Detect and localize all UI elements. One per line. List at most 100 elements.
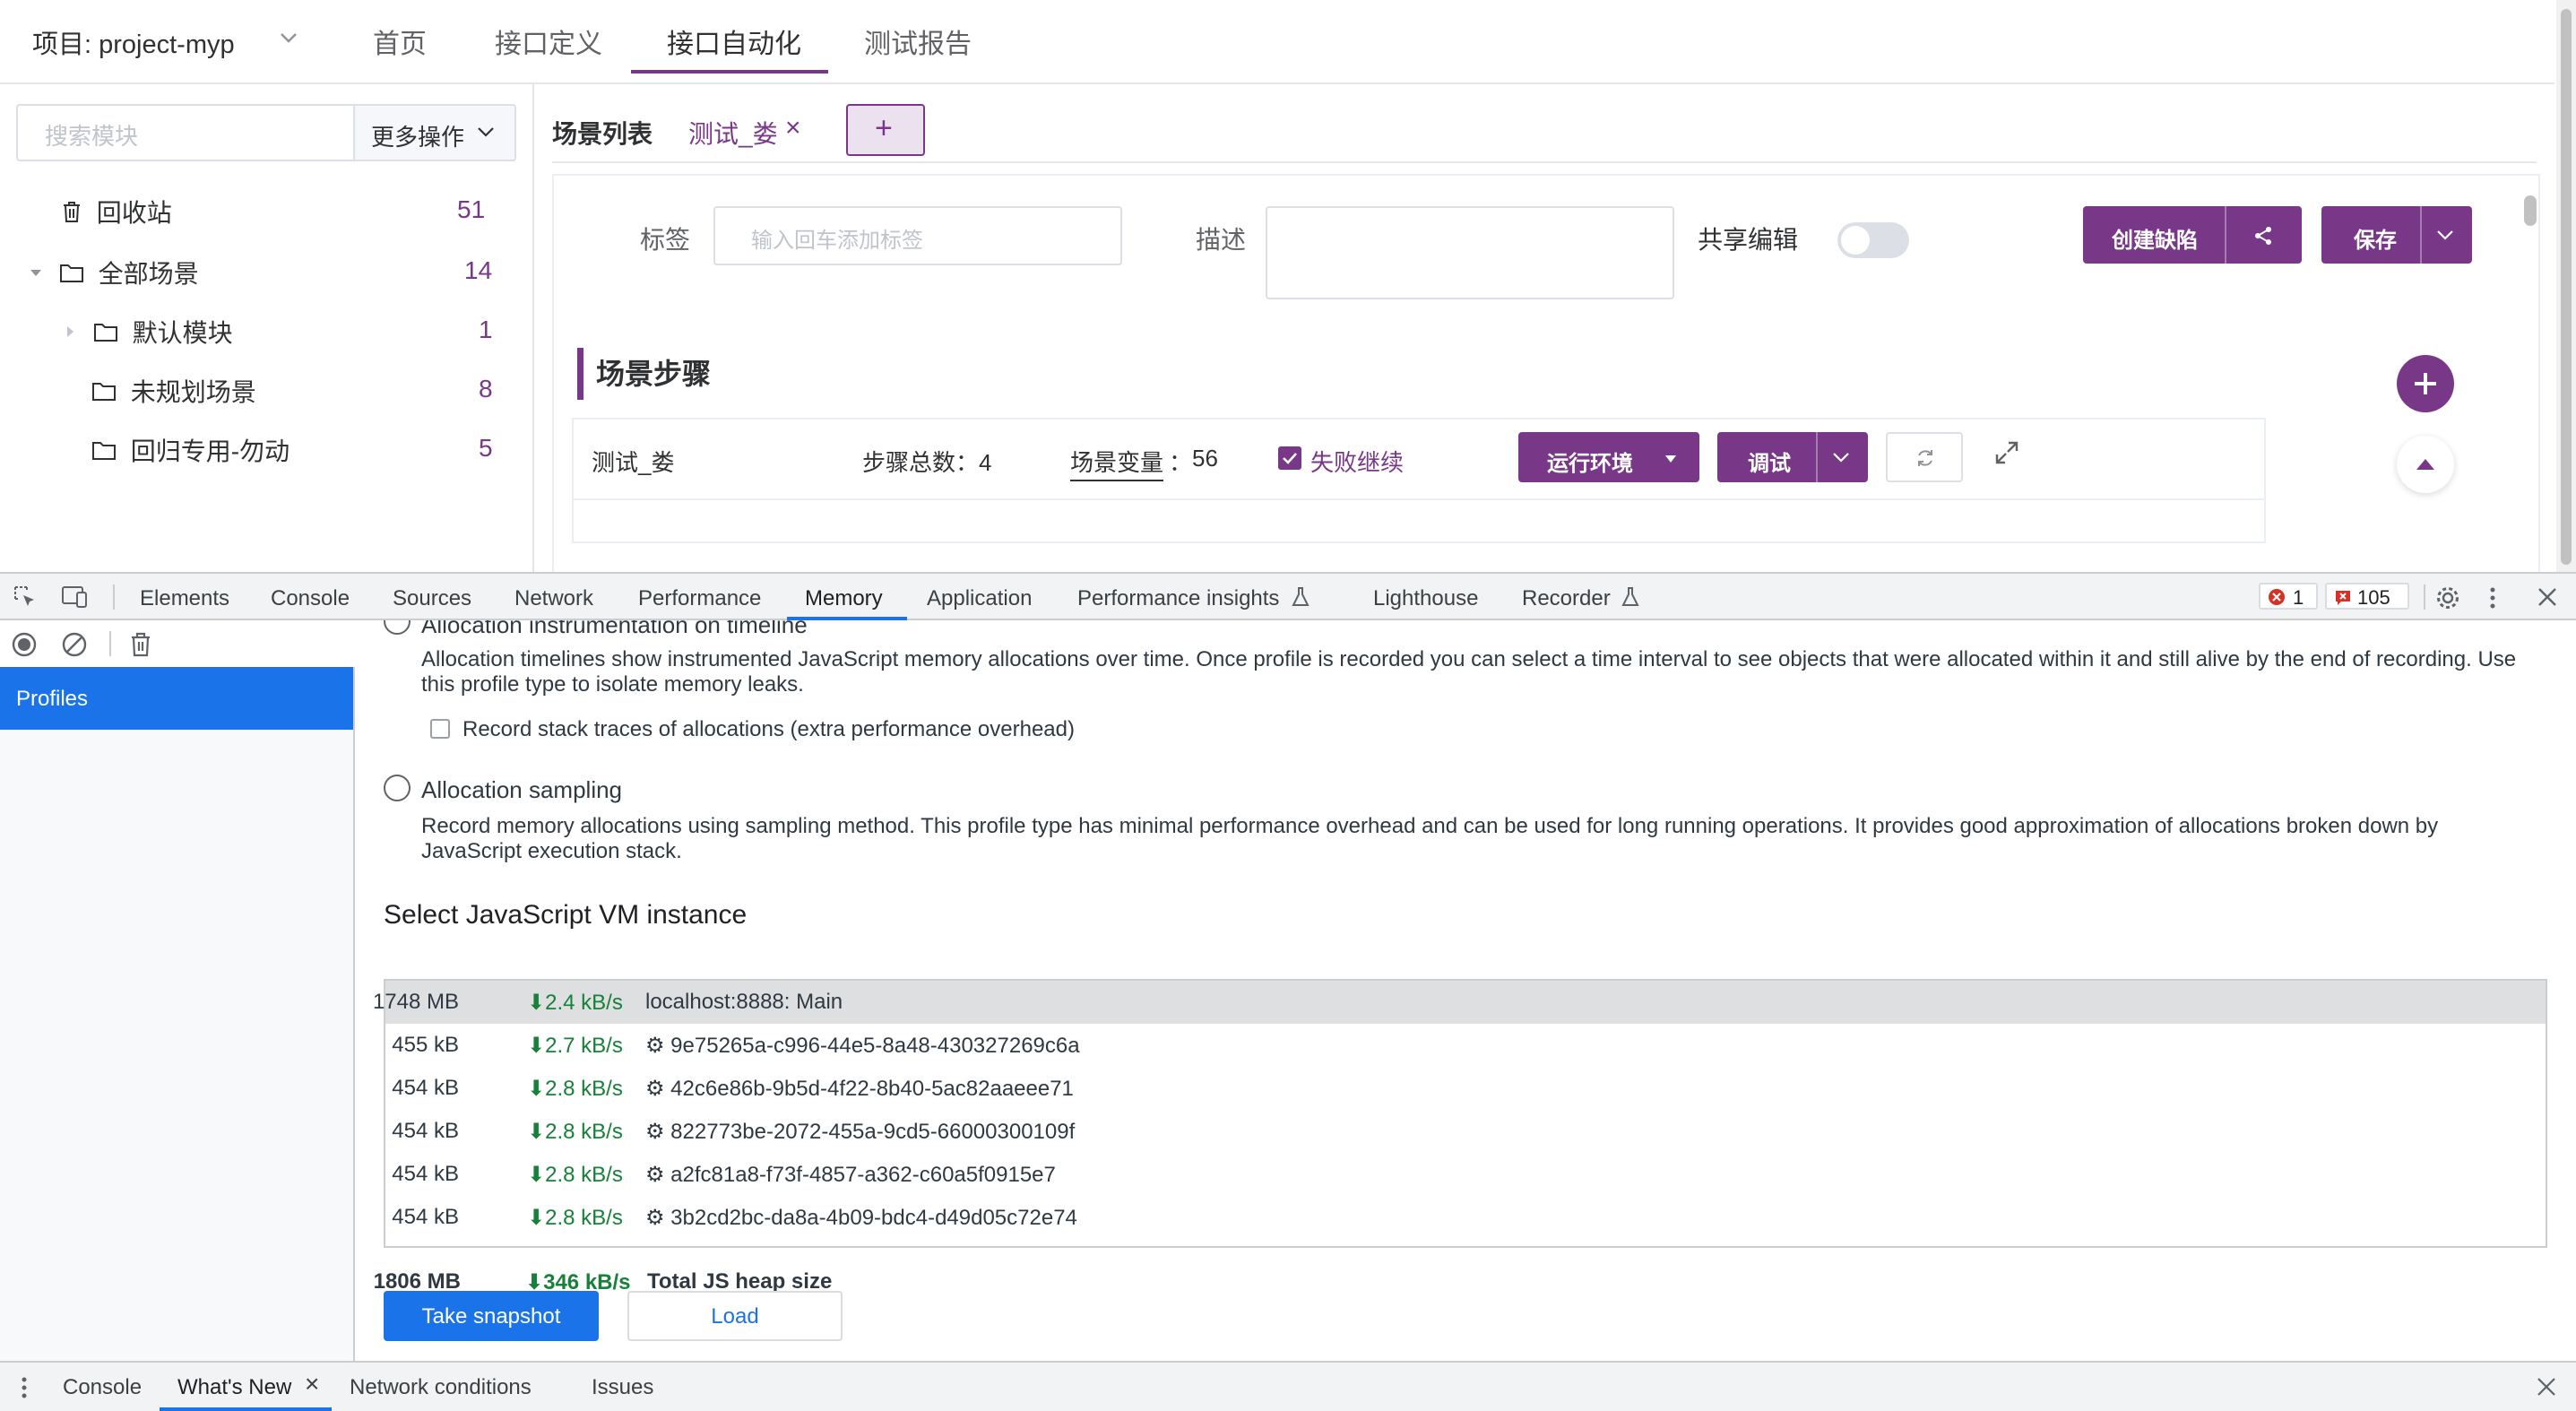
drawer-tab-issues[interactable]: Issues xyxy=(592,1375,653,1400)
vm-rate: ⬇2.8 kB/s xyxy=(527,1163,623,1187)
error-count-badge[interactable]: 1 xyxy=(2259,583,2318,610)
vm-instance-row[interactable]: 454 kB ⬇2.8 kB/s ⚙ 42c6e86b-9b5d-4f22-8b… xyxy=(385,1067,2546,1110)
tag-input[interactable]: 输入回车添加标签 xyxy=(713,206,1122,265)
tab-sources[interactable]: Sources xyxy=(393,586,471,611)
tab-scenario-list[interactable]: 场景列表 xyxy=(552,115,653,151)
vm-instance-row[interactable]: 1748 MB ⬇2.4 kB/s localhost:8888: Main xyxy=(373,981,2546,1024)
allocation-timeline-description: Allocation timelines show instrumented J… xyxy=(421,647,2517,671)
record-stack-traces-checkbox[interactable] xyxy=(430,719,450,739)
shared-edit-label: 共享编辑 xyxy=(1698,226,1799,254)
run-environment-button[interactable]: 运行环境 xyxy=(1518,432,1699,482)
page-scrollbar[interactable] xyxy=(2556,0,2576,572)
close-devtools-icon[interactable] xyxy=(2537,586,2558,608)
experiment-flask-icon xyxy=(1292,587,1310,606)
vm-name: ⚙ a2fc81a8-f73f-4857-a362-c60a5f0915e7 xyxy=(645,1163,1056,1187)
tree-item-all-scenarios[interactable]: 全部场景 14 xyxy=(29,255,509,294)
vm-instance-row[interactable]: 455 kB ⬇2.7 kB/s ⚙ 9e75265a-c996-44e5-8a… xyxy=(385,1024,2546,1067)
search-module-input[interactable]: 搜索模块 xyxy=(16,104,357,161)
tree-item-regression-only[interactable]: 回归专用-勿动 5 xyxy=(91,432,509,472)
tab-scenario-test[interactable]: 测试_娄 xyxy=(688,115,778,151)
error-icon xyxy=(2269,589,2285,605)
tab-console[interactable]: Console xyxy=(271,586,350,611)
vm-instance-row[interactable]: 454 kB ⬇2.8 kB/s ⚙ 3b2cd2bc-da8a-4b09-bd… xyxy=(385,1196,2546,1239)
folder-icon xyxy=(92,383,116,401)
close-icon[interactable]: × xyxy=(305,1370,319,1398)
fail-continue-label[interactable]: 失败继续 xyxy=(1310,445,1404,478)
chevron-down-icon[interactable] xyxy=(1832,450,1850,464)
nav-tab-test-report[interactable]: 测试报告 xyxy=(864,22,972,61)
record-icon[interactable] xyxy=(11,631,38,658)
tree-item-default-module[interactable]: 默认模块 1 xyxy=(63,314,509,353)
active-drawer-tab-indicator xyxy=(160,1407,332,1411)
inspect-element-icon[interactable] xyxy=(13,584,38,610)
more-operations-button[interactable]: 更多操作 xyxy=(353,104,516,161)
close-icon[interactable]: × xyxy=(785,113,801,143)
allocation-sampling-description: Record memory allocations using sampling… xyxy=(421,814,2439,838)
scenario-variables-count: 56 xyxy=(1192,445,1218,472)
tab-recorder[interactable]: Recorder xyxy=(1522,586,1611,611)
tree-item-recycle-bin[interactable]: 回收站 51 xyxy=(61,194,509,233)
add-tab-button[interactable]: + xyxy=(846,104,925,156)
tab-performance-insights[interactable]: Performance insights xyxy=(1077,586,1279,611)
devtools-drawer-tabbar: Console What's New × Network conditions … xyxy=(0,1361,2576,1411)
tab-performance[interactable]: Performance xyxy=(638,586,761,611)
scenario-main-panel: 场景列表 测试_娄 × + 标签 输入回车添加标签 描述 共享编辑 创建缺陷 保… xyxy=(534,84,2554,572)
caret-right-icon[interactable] xyxy=(63,325,77,339)
tab-application[interactable]: Application xyxy=(927,586,1032,611)
drawer-tab-network-conditions[interactable]: Network conditions xyxy=(350,1375,532,1400)
devtools-tabbar: Elements Console Sources Network Perform… xyxy=(0,572,2576,620)
trash-icon[interactable] xyxy=(129,631,152,658)
tree-item-label: 默认模块 xyxy=(132,319,233,347)
settings-gear-icon[interactable] xyxy=(2434,584,2461,611)
tab-elements[interactable]: Elements xyxy=(140,586,229,611)
chevron-down-icon[interactable] xyxy=(2436,228,2454,242)
nav-tab-home[interactable]: 首页 xyxy=(373,22,427,61)
vm-instance-row[interactable]: 454 kB ⬇2.8 kB/s ⚙ 822773be-2072-455a-9c… xyxy=(385,1110,2546,1153)
description-textarea[interactable] xyxy=(1266,206,1674,299)
allocation-sampling-title: Allocation sampling xyxy=(421,776,623,803)
expand-icon[interactable] xyxy=(1993,439,2020,466)
radio-allocation-timeline[interactable] xyxy=(384,620,411,635)
scenario-variables-link[interactable]: 场景变量 xyxy=(1070,445,1164,481)
plus-icon xyxy=(2415,373,2436,394)
tree-item-unplanned-scenarios[interactable]: 未规划场景 8 xyxy=(91,373,509,412)
fail-continue-checkbox[interactable] xyxy=(1278,446,1301,470)
load-button[interactable]: Load xyxy=(627,1291,843,1341)
tree-item-count: 1 xyxy=(479,316,493,343)
card-scrollbar[interactable] xyxy=(2524,195,2537,226)
close-drawer-icon[interactable] xyxy=(2537,1377,2556,1397)
chevron-down-icon[interactable] xyxy=(278,27,299,48)
tab-lighthouse[interactable]: Lighthouse xyxy=(1373,586,1478,611)
allocation-sampling-description-cont: JavaScript execution stack. xyxy=(421,839,682,863)
sidebar-item-profiles[interactable]: Profiles xyxy=(0,667,353,730)
tab-memory[interactable]: Memory xyxy=(805,586,883,611)
radio-allocation-sampling[interactable] xyxy=(384,775,411,801)
more-options-icon[interactable] xyxy=(2488,584,2497,611)
project-selector[interactable]: 项目: project-myp xyxy=(32,23,235,61)
vm-instance-row[interactable]: 454 kB ⬇2.8 kB/s ⚙ a2fc81a8-f73f-4857-a3… xyxy=(385,1153,2546,1196)
add-step-button[interactable] xyxy=(2397,355,2454,412)
refresh-button[interactable] xyxy=(1886,432,1963,482)
save-button[interactable]: 保存 xyxy=(2321,206,2472,264)
take-snapshot-button[interactable]: Take snapshot xyxy=(384,1291,599,1341)
drawer-menu-icon[interactable] xyxy=(20,1375,29,1400)
tab-network[interactable]: Network xyxy=(514,586,593,611)
device-toolbar-icon[interactable] xyxy=(61,584,90,610)
create-bug-button[interactable]: 创建缺陷 xyxy=(2083,206,2302,264)
vm-size: 455 kB xyxy=(392,1033,459,1057)
nav-tab-api-definition[interactable]: 接口定义 xyxy=(495,22,602,61)
nav-tab-api-automation[interactable]: 接口自动化 xyxy=(667,22,801,61)
warning-count-badge[interactable]: 105 xyxy=(2325,583,2409,610)
shared-edit-toggle[interactable] xyxy=(1837,222,1909,258)
refresh-icon xyxy=(1918,450,1932,466)
tree-item-count: 8 xyxy=(479,375,493,403)
caret-down-icon[interactable] xyxy=(29,265,43,280)
scroll-top-button[interactable] xyxy=(2397,436,2454,493)
drawer-tab-console[interactable]: Console xyxy=(63,1375,142,1400)
debug-button[interactable]: 调试 xyxy=(1717,432,1868,482)
page-scrollbar-thumb[interactable] xyxy=(2561,9,2572,565)
share-icon[interactable] xyxy=(2252,224,2275,247)
clear-icon[interactable] xyxy=(61,631,88,658)
drawer-tab-whats-new[interactable]: What's New xyxy=(177,1375,291,1400)
module-sidebar: 搜索模块 更多操作 回收站 51 全部场景 14 默认模块 1 未规划场景 8 xyxy=(0,84,534,572)
